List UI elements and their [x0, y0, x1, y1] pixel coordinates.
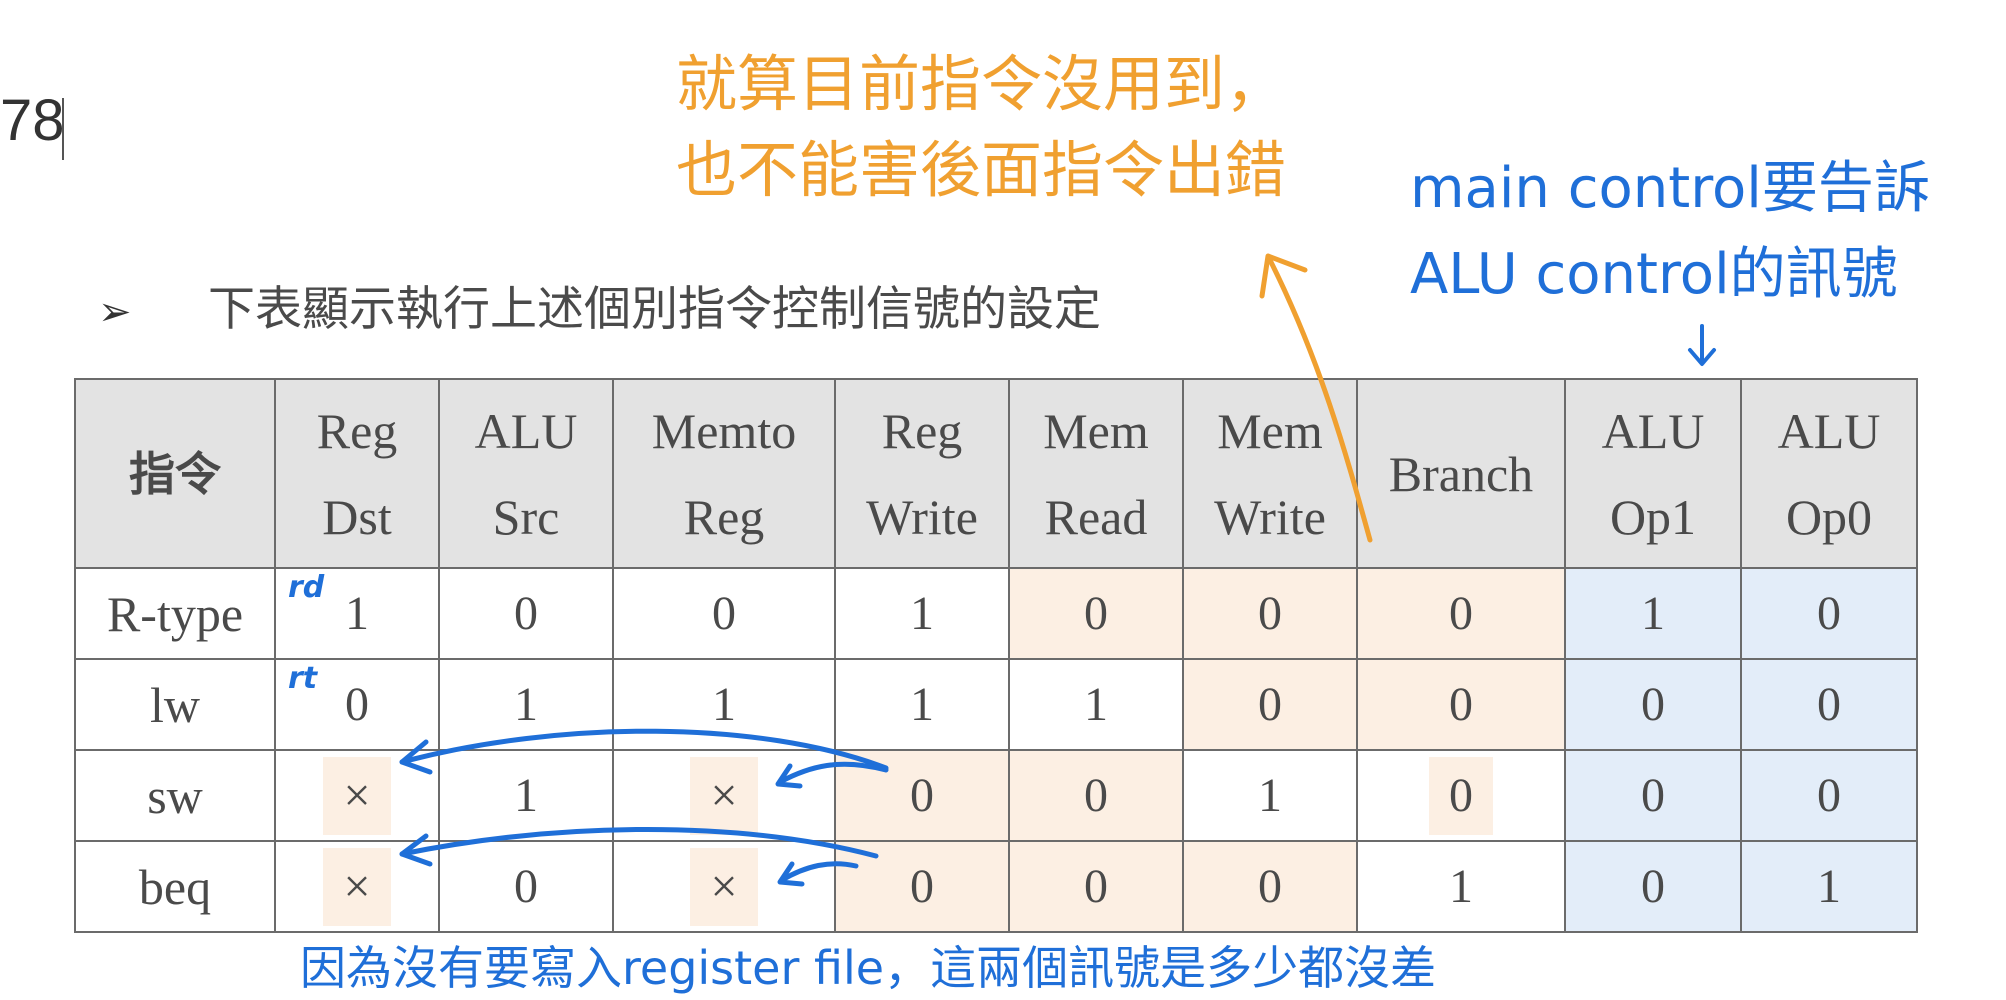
cell-regwrite: 1	[834, 658, 1010, 751]
page-number: 78	[0, 88, 65, 153]
instruction-name: beq	[74, 840, 276, 933]
cell-alusrc: 0	[438, 567, 614, 660]
cell-aluop1: 0	[1564, 658, 1742, 751]
page-number-divider	[62, 98, 64, 160]
header-regdst: Reg Dst	[274, 378, 440, 569]
cell-alusrc: 0	[438, 840, 614, 933]
header-memread: Mem Read	[1008, 378, 1184, 569]
cell-memwrite: 1	[1182, 749, 1358, 842]
cell-memtoreg: 0	[612, 567, 836, 660]
cell-branch: 0	[1356, 567, 1566, 660]
cell-memread: 0	[1008, 567, 1184, 660]
table-row-lw: lw rt 0 1 1 1 1 0 0 0 0	[74, 658, 1918, 751]
arrow-bullet-icon: ➢	[98, 289, 132, 335]
table-row-sw: sw × 1 × 0 0 1 0 0 0	[74, 749, 1918, 842]
cell-aluop0: 0	[1740, 749, 1918, 842]
cell-regdst: rt 0	[274, 658, 440, 751]
header-aluop1: ALU Op1	[1564, 378, 1742, 569]
table-row-rtype: R-type rd 1 0 0 1 0 0 0 1 0	[74, 567, 1918, 660]
header-memwrite: Mem Write	[1182, 378, 1358, 569]
cell-branch: 0	[1356, 749, 1566, 842]
cell-memtoreg: ×	[612, 749, 836, 842]
orange-annotation-line-2: 也不能害後面指令出錯	[676, 135, 1287, 206]
cell-aluop1: 0	[1564, 840, 1742, 933]
cell-aluop0: 0	[1740, 567, 1918, 660]
cell-regdst: ×	[274, 840, 440, 933]
header-instruction: 指令	[74, 378, 276, 569]
cell-memread: 1	[1008, 658, 1184, 751]
cell-memtoreg: ×	[612, 840, 836, 933]
instruction-name: sw	[74, 749, 276, 842]
cell-memtoreg: 1	[612, 658, 836, 751]
instruction-name: lw	[74, 658, 276, 751]
cell-regwrite: 0	[834, 749, 1010, 842]
control-signal-table: 指令 Reg Dst ALU Src Memto Reg Reg Write Mem Re…	[74, 378, 1918, 933]
table-row-beq: beq × 0 × 0 0 0 1 0 1	[74, 840, 1918, 933]
header-alusrc: ALU Src	[438, 378, 614, 569]
header-aluop0: ALU Op0	[1740, 378, 1918, 569]
cell-regwrite: 1	[834, 567, 1010, 660]
instruction-name: R-type	[74, 567, 276, 660]
cell-memread: 0	[1008, 840, 1184, 933]
cell-aluop1: 0	[1564, 749, 1742, 842]
cell-memread: 0	[1008, 749, 1184, 842]
section-heading-text: 下表顯示執行上述個別指令控制信號的設定	[208, 282, 1101, 337]
cell-aluop0: 0	[1740, 658, 1918, 751]
cell-branch: 1	[1356, 840, 1566, 933]
cell-alusrc: 1	[438, 658, 614, 751]
cell-regdst: ×	[274, 749, 440, 842]
cell-aluop0: 1	[1740, 840, 1918, 933]
orange-annotation: 就算目前指令沒用到， 也不能害後面指令出錯	[676, 42, 1286, 214]
dont-care-annotation: 因為沒有要寫入register file，這兩個訊號是多少都沒差	[300, 941, 1437, 995]
section-heading: ➢ 下表顯示執行上述個別指令控制信號的設定	[98, 278, 1101, 344]
cell-regdst: rd 1	[274, 567, 440, 660]
header-memtoreg: Memto Reg	[612, 378, 836, 569]
alu-control-annotation-line-1: main control要告訴	[1410, 156, 1930, 221]
cell-alusrc: 1	[438, 749, 614, 842]
cell-memwrite: 0	[1182, 840, 1358, 933]
header-regwrite: Reg Write	[834, 378, 1010, 569]
cell-branch: 0	[1356, 658, 1566, 751]
orange-annotation-line-1: 就算目前指令沒用到，	[676, 49, 1287, 120]
cell-memwrite: 0	[1182, 658, 1358, 751]
cell-regwrite: 0	[834, 840, 1010, 933]
blue-down-arrow-icon	[1688, 324, 1716, 366]
cell-memwrite: 0	[1182, 567, 1358, 660]
handwritten-rt-label: rt	[288, 661, 318, 696]
cell-aluop1: 1	[1564, 567, 1742, 660]
alu-control-annotation: main control要告訴 ALU control的訊號	[1410, 146, 1930, 318]
alu-control-annotation-line-2: ALU control的訊號	[1410, 242, 1898, 307]
handwritten-rd-label: rd	[288, 570, 325, 605]
header-branch: Branch	[1356, 378, 1566, 569]
table-header-row: 指令 Reg Dst ALU Src Memto Reg Reg Write Mem Re…	[74, 378, 1918, 569]
